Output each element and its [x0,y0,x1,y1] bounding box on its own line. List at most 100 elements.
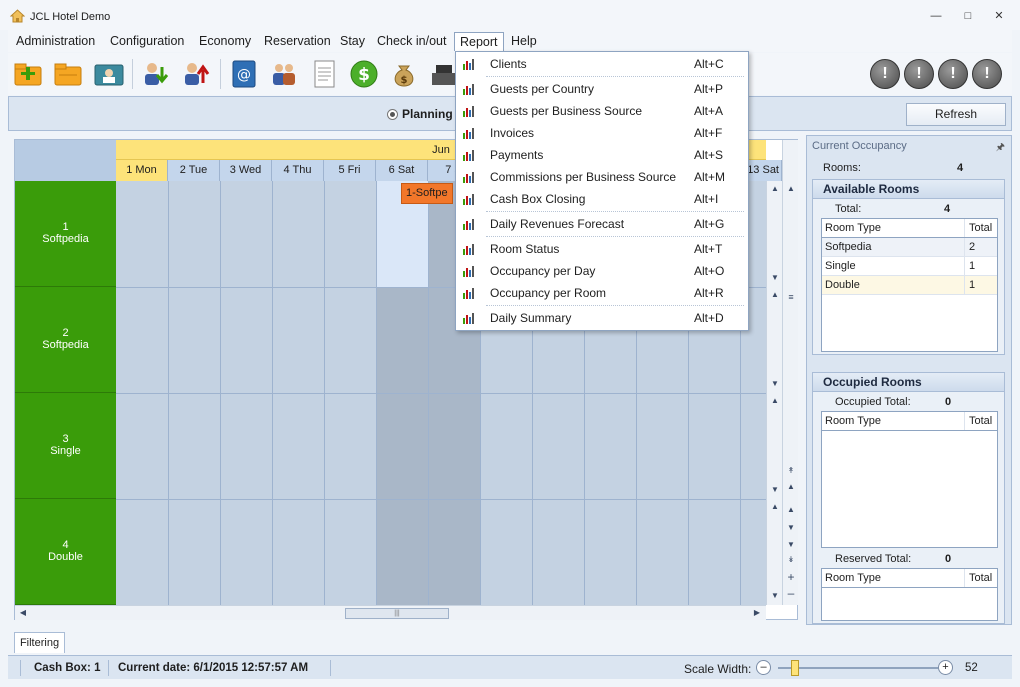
scroll-down-icon[interactable]: ▼ [770,591,780,600]
table-row[interactable]: Double 1 [822,276,997,295]
menu-item-occupancy-per-day[interactable]: Occupancy per Day Alt+O [456,260,748,282]
current-date-status: Current date: 6/1/2015 12:57:57 AM [118,662,309,674]
report-chart-icon [463,128,474,139]
scroll-up-icon[interactable]: ▲ [770,502,780,511]
occupied-rooms-table[interactable]: Room Type Total [821,411,998,548]
menu-item-invoices[interactable]: Invoices Alt+F [456,122,748,144]
planning-radio[interactable] [387,109,398,120]
menu-item-clients[interactable]: Clients Alt+C [456,53,748,75]
available-total-label: Total: [835,203,862,215]
horizontal-scrollbar[interactable]: ◀ ||| ▶ [15,605,766,620]
room-row-header[interactable]: 2 Softpedia [15,287,116,393]
day-header[interactable]: 2 Tue [168,160,220,181]
menu-item-commissions[interactable]: Commissions per Business Source Alt+M [456,166,748,188]
scroll-up-icon[interactable]: ▲ [786,505,796,514]
menu-item-daily-summary[interactable]: Daily Summary Alt+D [456,307,748,329]
day-header[interactable]: 3 Wed [220,160,272,181]
add-row-icon[interactable]: + [786,570,796,584]
scroll-top-icon[interactable]: ↟ [786,466,796,475]
scroll-down-icon[interactable]: ▼ [786,523,796,532]
maximize-icon[interactable]: □ [961,9,975,23]
report-dropdown-menu: Clients Alt+C Guests per Country Alt+P Gue… [455,51,749,331]
menu-reservation[interactable]: Reservation [259,32,336,51]
occupied-total-label: Occupied Total: [835,396,911,408]
minimize-icon[interactable]: — [929,9,943,23]
row-scrollbar[interactable]: ▲ ▼ [766,181,782,287]
menu-check-in-out[interactable]: Check in/out [372,32,451,51]
new-folder-icon[interactable] [13,59,45,89]
scroll-down-icon[interactable]: ▼ [770,379,780,388]
scale-slider-track[interactable] [778,667,938,669]
close-icon[interactable]: ✕ [992,9,1006,23]
menu-item-occupancy-per-room[interactable]: Occupancy per Room Alt+R [456,282,748,304]
money-bag-icon[interactable]: $ [388,59,420,89]
alert-button-3[interactable]: ! [938,59,968,89]
check-out-user-icon[interactable] [180,59,212,89]
alert-button-2[interactable]: ! [904,59,934,89]
table-row[interactable]: Softpedia 2 [822,238,997,257]
alert-button-1[interactable]: ! [870,59,900,89]
scale-width-value: 52 [965,662,978,674]
room-number: 3 [62,433,69,445]
scroll-up-icon[interactable]: ▲ [770,396,780,405]
check-in-user-icon[interactable] [140,59,172,89]
room-row-header[interactable]: 1 Softpedia [15,181,116,287]
zoom-out-icon[interactable]: – [756,660,771,675]
guests-icon[interactable] [268,59,300,89]
scroll-down-icon[interactable]: ▼ [770,273,780,282]
row-scrollbar[interactable]: ▲ ▼ [766,287,782,393]
rooms-label: Rooms: [823,162,861,174]
menu-item-room-status[interactable]: Room Status Alt+T [456,238,748,260]
booking-block[interactable]: 1-Softpe [401,183,453,204]
scroll-up-icon[interactable]: ▲ [770,290,780,299]
pin-icon[interactable]: 🖈 [996,140,1005,157]
menu-item-payments[interactable]: Payments Alt+S [456,144,748,166]
day-header[interactable]: 1 Mon [116,160,168,181]
remove-row-icon[interactable]: – [786,586,796,600]
scroll-up-icon[interactable]: ▲ [770,184,780,193]
dollar-icon[interactable]: $ [348,59,380,89]
address-book-icon[interactable]: @ [228,59,260,89]
document-icon[interactable] [308,59,340,89]
status-bar: Cash Box: 1 Current date: 6/1/2015 12:57… [8,655,1012,679]
refresh-button[interactable]: Refresh [906,103,1006,126]
menu-item-guests-per-business-source[interactable]: Guests per Business Source Alt+A [456,100,748,122]
menu-stay[interactable]: Stay [335,32,370,51]
row-scrollbar[interactable]: ▲ ▼ [766,393,782,499]
scroll-right-icon[interactable]: ▶ [752,608,762,617]
room-row-header[interactable]: 3 Single [15,393,116,499]
menu-item-guests-per-country[interactable]: Guests per Country Alt+P [456,78,748,100]
room-row-header[interactable]: 4 Double [15,499,116,605]
day-header[interactable]: 4 Thu [272,160,324,181]
menu-configuration[interactable]: Configuration [105,32,189,51]
report-chart-icon [463,313,474,324]
day-header[interactable]: 6 Sat [376,160,428,181]
menu-item-cash-box-closing[interactable]: Cash Box Closing Alt+I [456,188,748,210]
filtering-tab[interactable]: Filtering [14,632,65,653]
menu-item-daily-revenues-forecast[interactable]: Daily Revenues Forecast Alt+G [456,213,748,235]
reserved-rooms-table[interactable]: Room Type Total [821,568,998,621]
menu-economy[interactable]: Economy [194,32,256,51]
occupied-total-value: 0 [945,396,952,408]
scroll-down-icon[interactable]: ▼ [770,485,780,494]
customer-card-icon[interactable] [93,59,125,89]
scroll-left-icon[interactable]: ◀ [18,608,28,617]
menu-help[interactable]: Help [506,32,542,51]
scale-slider-thumb[interactable] [791,660,799,676]
menu-report[interactable]: Report [454,32,504,51]
scroll-down-icon[interactable]: ▼ [786,540,796,549]
scroll-bottom-icon[interactable]: ↡ [786,555,796,564]
day-header[interactable]: 5 Fri [324,160,376,181]
alert-button-4[interactable]: ! [972,59,1002,89]
menu-administration[interactable]: Administration [11,32,100,51]
folder-icon[interactable] [53,59,85,89]
main-vertical-scrollbar[interactable]: ▲ ≡ ↟ ▲ ▲ ▼ ▼ ↡ + – [782,140,798,605]
scroll-up-icon[interactable]: ▲ [786,482,796,491]
report-chart-icon [463,150,474,161]
available-rooms-table[interactable]: Room Type Total Softpedia 2 Single 1 Double… [821,218,998,352]
table-row[interactable]: Single 1 [822,257,997,276]
scroll-up-icon[interactable]: ▲ [786,184,796,193]
scroll-thumb[interactable]: ||| [345,608,449,619]
row-scrollbar[interactable]: ▲ ▼ [766,499,782,605]
zoom-in-icon[interactable]: + [938,660,953,675]
